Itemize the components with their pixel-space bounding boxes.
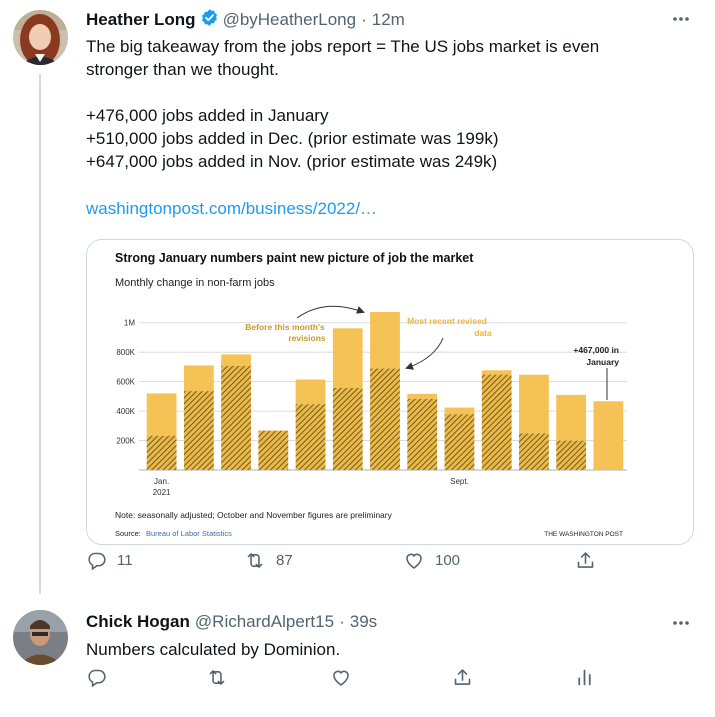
annotation-jan-line1: +467,000 in	[573, 345, 619, 355]
more-icon[interactable]	[669, 611, 693, 635]
retweet-button[interactable]: 87	[244, 550, 293, 571]
y-tick-label: 600K	[116, 378, 135, 387]
like-icon	[406, 553, 422, 569]
timestamp[interactable]: 12m	[372, 10, 405, 30]
analytics-icon	[578, 669, 591, 685]
retweet-button[interactable]	[206, 667, 228, 688]
bar-before-revision	[556, 440, 587, 470]
tweet-header: Heather Long @byHeatherLong · 12m	[86, 8, 405, 32]
bar-before-revision	[407, 398, 438, 470]
chart-credit: THE WASHINGTON POST	[544, 531, 623, 538]
y-tick-label: 200K	[116, 437, 135, 446]
chart-note: Note: seasonally adjusted; October and N…	[115, 510, 393, 520]
annotation-arrow-before	[296, 305, 365, 319]
bar-revised	[332, 328, 363, 388]
thread-line	[39, 74, 41, 594]
x-tick-label: 2021	[153, 488, 171, 497]
tweet-line: +510,000 jobs added in Dec. (prior estim…	[86, 129, 499, 148]
share-button[interactable]	[575, 550, 596, 571]
tweet-line: The big takeaway from the jobs report = …	[86, 37, 600, 56]
tweet-line: Numbers calculated by Dominion.	[86, 640, 341, 659]
bar-revised	[370, 311, 400, 369]
tweet-line	[86, 81, 599, 104]
retweet-icon	[209, 669, 225, 685]
share-icon	[454, 668, 471, 685]
chart-subtitle: Monthly change in non-farm jobs	[115, 277, 275, 289]
reply-icon	[88, 552, 106, 570]
more-icon[interactable]	[669, 7, 693, 31]
tweet-line: +476,000 jobs added in January	[86, 106, 329, 125]
tweet-line: stronger than we thought.	[86, 60, 279, 79]
source-link[interactable]: Bureau of Labor Statistics	[146, 529, 232, 538]
jobs-chart: 200K 400K 600K 800K 1M Jan. 2021 Sept. Strong J…	[115, 251, 627, 538]
bar-before-revision	[332, 387, 363, 470]
chart-card[interactable]: 200K 400K 600K 800K 1M Jan. 2021 Sept. Strong J…	[86, 239, 694, 545]
author-name[interactable]: Chick Hogan	[86, 612, 190, 632]
bar-revised	[593, 401, 624, 470]
bar-revised	[221, 354, 251, 366]
chart-title: Strong January numbers paint new picture…	[115, 251, 474, 265]
x-tick-label: Jan.	[154, 477, 169, 486]
bar-before-revision	[258, 430, 289, 470]
avatar[interactable]	[13, 610, 68, 665]
share-icon	[577, 551, 594, 568]
bar-before-revision	[481, 374, 512, 470]
analytics-button[interactable]	[574, 667, 595, 688]
reply-button[interactable]: 11	[86, 550, 133, 571]
bar-before-revision	[295, 404, 326, 470]
like-button[interactable]	[330, 667, 352, 688]
author-name[interactable]: Heather Long	[86, 10, 196, 30]
separator-dot: ·	[339, 612, 345, 631]
tweet-text: The big takeaway from the jobs report = …	[86, 35, 599, 220]
bar-revised	[295, 379, 326, 405]
bar-revised	[519, 374, 549, 434]
x-tick-label: Sept.	[450, 477, 469, 486]
bar-revised	[146, 393, 177, 436]
retweet-count: 87	[276, 551, 293, 569]
timestamp[interactable]: 39s	[350, 612, 377, 632]
separator-dot: ·	[361, 10, 367, 29]
like-icon	[333, 670, 349, 686]
bar-before-revision	[444, 414, 475, 470]
y-tick-label: 800K	[116, 348, 135, 357]
bar-before-revision	[146, 435, 177, 470]
retweet-icon	[247, 552, 263, 568]
like-button[interactable]: 100	[403, 550, 460, 571]
annotation-before-line2: revisions	[288, 333, 326, 343]
bar-before-revision	[370, 368, 400, 470]
avatar[interactable]	[13, 10, 68, 65]
author-handle[interactable]: @byHeatherLong	[223, 10, 357, 30]
share-button[interactable]	[452, 667, 473, 688]
y-tick-label: 400K	[116, 407, 135, 416]
annotation-revised-line1: Most recent revised	[407, 316, 487, 326]
article-link[interactable]: washingtonpost.com/business/2022/…	[86, 197, 599, 220]
tweet-header: Chick Hogan @RichardAlpert15 · 39s	[86, 612, 377, 632]
verified-badge-icon	[200, 8, 219, 32]
bar-before-revision	[183, 391, 214, 470]
bar-before-revision	[519, 433, 549, 470]
source-label: Source:	[115, 529, 141, 538]
bar-revised	[407, 393, 438, 399]
tweet-text: Numbers calculated by Dominion.	[86, 638, 340, 661]
bar-revised	[481, 370, 512, 375]
annotation-jan-line2: January	[586, 357, 619, 367]
bar-revised	[556, 394, 587, 441]
bar-before-revision	[221, 365, 251, 470]
like-count: 100	[435, 551, 461, 569]
bar-revised	[183, 365, 214, 392]
tweet-line: +647,000 jobs added in Nov. (prior estim…	[86, 152, 498, 171]
reply-button[interactable]	[86, 667, 107, 688]
bar-revised	[444, 407, 475, 415]
y-tick-label: 1M	[124, 319, 135, 328]
annotation-before-line1: Before this month's	[245, 322, 325, 332]
reply-icon	[88, 669, 106, 687]
author-handle[interactable]: @RichardAlpert15	[195, 612, 334, 632]
annotation-revised-line2: data	[474, 328, 492, 338]
reply-count: 11	[117, 551, 133, 569]
annotation-arrow-revised	[405, 337, 444, 370]
